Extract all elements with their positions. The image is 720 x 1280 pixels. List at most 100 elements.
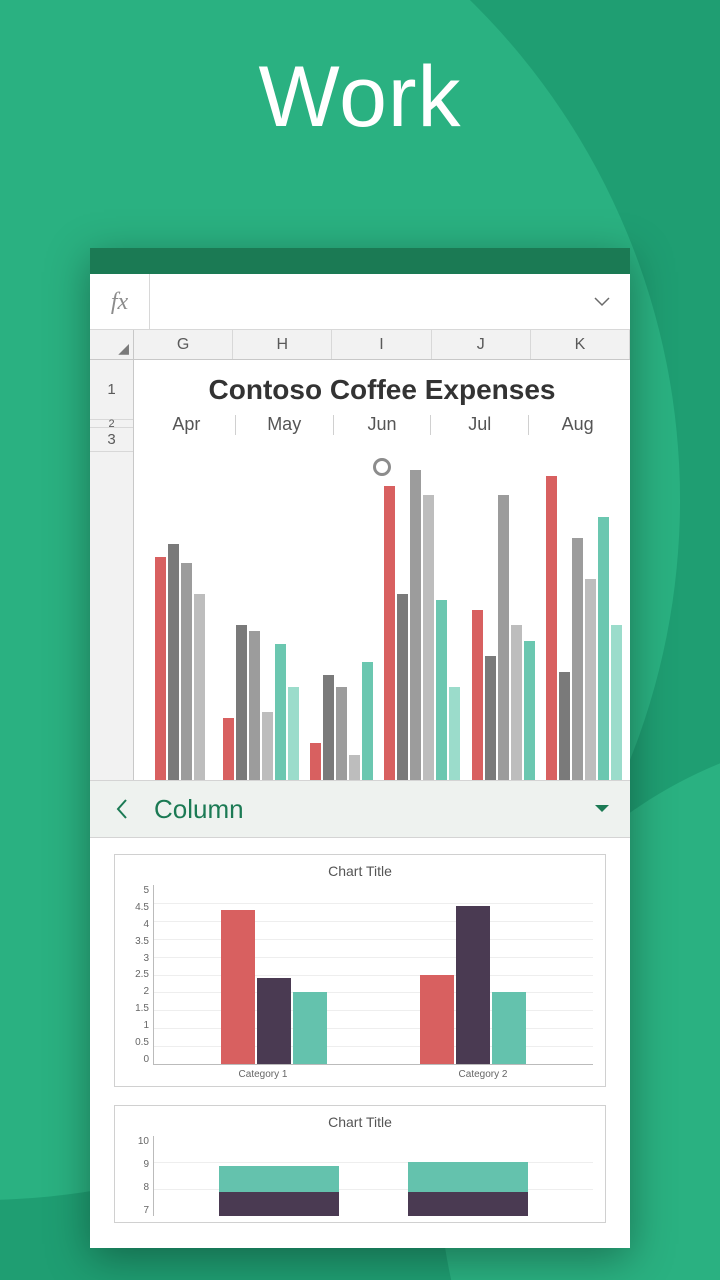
col-header-h[interactable]: H — [233, 330, 332, 359]
chart-bar — [181, 563, 192, 780]
preview-title: Chart Title — [127, 1114, 593, 1130]
preview-bar — [221, 910, 255, 1064]
chart-type-label: Column — [154, 794, 574, 825]
tick: 4 — [127, 919, 149, 930]
chart-bar — [498, 495, 509, 780]
app-titlebar — [90, 248, 630, 274]
formula-bar: fx — [90, 274, 630, 330]
tick: 1 — [127, 1020, 149, 1031]
row-header-2[interactable]: 2 — [90, 420, 133, 428]
preview-chart: 10 9 8 7 — [127, 1136, 593, 1216]
preview-bar — [257, 978, 291, 1064]
worksheet-body[interactable]: 1 2 3 Contoso Coffee Expenses Apr May Ju… — [90, 360, 630, 780]
tick: 5 — [127, 885, 149, 896]
preview-title: Chart Title — [127, 863, 593, 879]
month-apr: Apr — [140, 414, 233, 435]
preview-bar — [293, 992, 327, 1064]
back-button[interactable] — [90, 781, 154, 837]
tick: 2 — [127, 986, 149, 997]
tick: 0 — [127, 1054, 149, 1065]
chart-bar — [249, 631, 260, 780]
chart-bar — [410, 470, 421, 780]
month-jul: Jul — [433, 414, 526, 435]
device-frame: fx ◢ G H I J K 1 2 3 Contoso Coffee Expe… — [90, 248, 630, 1248]
preview-x-axis: Category 1 Category 2 — [153, 1069, 593, 1080]
chart-bar — [336, 687, 347, 780]
tick: 10 — [127, 1136, 149, 1147]
chart-bar — [524, 641, 535, 781]
main-chart[interactable] — [134, 470, 630, 780]
chevron-down-icon — [593, 296, 611, 308]
formula-dropdown[interactable] — [574, 274, 630, 330]
chart-group — [382, 470, 463, 780]
chevron-left-icon — [115, 798, 129, 820]
tick: 8 — [127, 1182, 149, 1193]
tick: 3 — [127, 953, 149, 964]
fx-icon: fx — [90, 274, 150, 330]
y-axis-labels: 5 4.5 4 3.5 3 2.5 2 1.5 1 0.5 0 — [127, 885, 153, 1065]
preview-bar — [492, 992, 526, 1064]
chart-bar — [572, 538, 583, 780]
row-header-3[interactable]: 3 — [90, 428, 133, 452]
formula-input[interactable] — [150, 274, 574, 329]
chart-bar — [262, 712, 273, 780]
axis-sep — [528, 415, 529, 435]
chart-bar — [449, 687, 460, 780]
chart-bar — [436, 600, 447, 780]
chart-preview-clustered[interactable]: Chart Title 5 4.5 4 3.5 3 2.5 2 1.5 1 0.… — [114, 854, 606, 1087]
month-aug: Aug — [531, 414, 624, 435]
preview-group — [420, 885, 526, 1064]
chart-group — [543, 470, 624, 780]
chart-bar — [546, 476, 557, 780]
chart-bar — [236, 625, 247, 780]
x-tick: Category 1 — [239, 1069, 288, 1080]
chart-bar — [288, 687, 299, 780]
tick: 7 — [127, 1205, 149, 1216]
chart-bar — [384, 486, 395, 781]
col-header-i[interactable]: I — [332, 330, 431, 359]
chart-bar — [598, 517, 609, 781]
selection-handle[interactable] — [373, 458, 391, 476]
select-all-corner[interactable]: ◢ — [90, 330, 134, 359]
main-chart-title: Contoso Coffee Expenses — [134, 360, 630, 414]
column-headers: ◢ G H I J K — [90, 330, 630, 360]
chart-bar — [423, 495, 434, 780]
month-jun: Jun — [336, 414, 429, 435]
chart-group — [140, 470, 221, 780]
col-header-g[interactable]: G — [134, 330, 233, 359]
preview-bar — [420, 975, 454, 1065]
tick: 0.5 — [127, 1037, 149, 1048]
preview-chart: 5 4.5 4 3.5 3 2.5 2 1.5 1 0.5 0 — [127, 885, 593, 1065]
chart-type-dropdown[interactable] — [574, 781, 630, 837]
chart-group — [463, 470, 544, 780]
chart-bar — [472, 610, 483, 781]
chart-preview-stacked[interactable]: Chart Title 10 9 8 7 — [114, 1105, 606, 1223]
chart-bar — [362, 662, 373, 780]
x-tick: Category 2 — [459, 1069, 508, 1080]
chart-bar — [611, 625, 622, 780]
chart-bar — [559, 672, 570, 781]
axis-sep — [235, 415, 236, 435]
sheet-content[interactable]: Contoso Coffee Expenses Apr May Jun Jul … — [134, 360, 630, 780]
tick: 9 — [127, 1159, 149, 1170]
preview-group — [221, 885, 327, 1064]
chart-bar — [323, 675, 334, 780]
chart-group — [301, 470, 382, 780]
stack-seg — [408, 1162, 528, 1192]
axis-sep — [430, 415, 431, 435]
chart-preview-area: Chart Title 5 4.5 4 3.5 3 2.5 2 1.5 1 0.… — [90, 838, 630, 1223]
chart-bar — [310, 743, 321, 780]
col-header-k[interactable]: K — [531, 330, 630, 359]
tick: 3.5 — [127, 936, 149, 947]
chart-type-header: Column — [90, 780, 630, 838]
month-may: May — [238, 414, 331, 435]
chart-bar — [585, 579, 596, 781]
hero-title: Work — [0, 48, 720, 147]
col-header-j[interactable]: J — [432, 330, 531, 359]
preview-stack — [219, 1166, 339, 1216]
chart-bar — [275, 644, 286, 780]
tick: 1.5 — [127, 1003, 149, 1014]
stack-seg — [219, 1192, 339, 1216]
row-header-1[interactable]: 1 — [90, 360, 133, 420]
chart-group — [221, 470, 302, 780]
